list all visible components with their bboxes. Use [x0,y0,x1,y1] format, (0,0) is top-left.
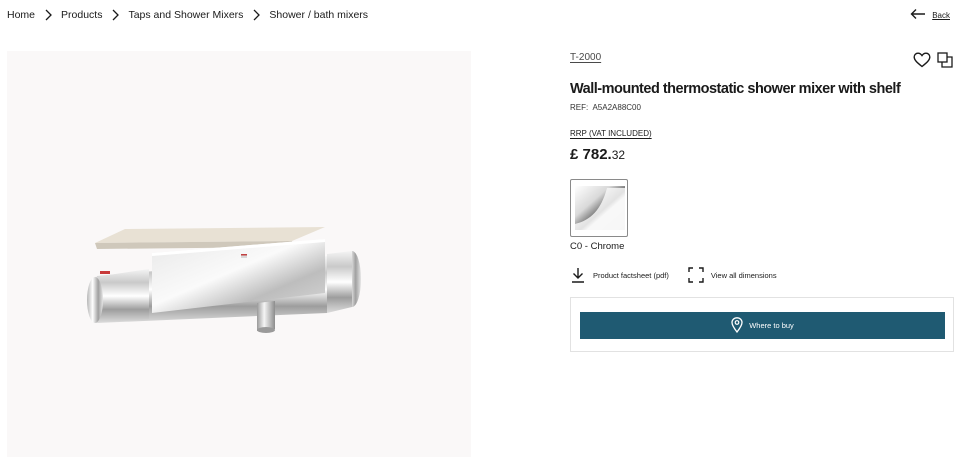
breadcrumb-home[interactable]: Home [7,9,35,21]
breadcrumb-products[interactable]: Products [61,9,102,21]
finish-swatch-chrome[interactable] [570,179,628,237]
arrow-left-icon [910,8,926,22]
factsheet-download-link[interactable]: Product factsheet (pdf) [570,267,669,283]
price-whole: £ 782. [570,146,612,163]
product-image [7,51,471,457]
back-label: Back [932,10,950,20]
factsheet-label: Product factsheet (pdf) [593,270,669,280]
product-actions: Product factsheet (pdf) View all dimensi… [570,266,777,284]
rrp-link[interactable]: RRP (VAT INCLUDED) [570,129,652,138]
product-reference: REF: A5A2A88C00 [570,103,641,112]
where-to-buy-panel: Where to buy [570,297,954,352]
where-to-buy-label: Where to buy [749,321,794,330]
product-price: £ 782.32 [570,146,625,163]
chevron-right-icon [43,9,53,21]
reference-label: REF: [570,103,589,112]
view-dimensions-link[interactable]: View all dimensions [688,267,777,283]
breadcrumb-taps-and-shower-mixers[interactable]: Taps and Shower Mixers [128,9,243,21]
back-link[interactable]: Back [910,8,950,22]
compare-icon[interactable] [937,52,953,68]
download-icon [570,267,586,283]
location-pin-icon [731,316,743,335]
chevron-right-icon [251,9,261,21]
shower-mixer-image [87,227,361,333]
price-cents: 32 [611,148,626,162]
collection-link[interactable]: T-2000 [570,52,601,63]
reference-value: A5A2A88C00 [592,103,641,112]
dimensions-label: View all dimensions [710,270,777,280]
product-title: Wall-mounted thermostatic shower mixer w… [570,81,901,97]
heart-icon[interactable] [913,52,931,68]
finish-name: C0 - Chrome [570,241,625,252]
chrome-swatch-image [575,186,625,230]
expand-dimensions-icon [688,267,704,283]
breadcrumb-shower-bath-mixers[interactable]: Shower / bath mixers [269,9,368,21]
where-to-buy-button[interactable]: Where to buy [580,312,945,339]
breadcrumb: Home Products Taps and Shower Mixers Sho… [7,8,368,22]
chevron-right-icon [110,9,120,21]
